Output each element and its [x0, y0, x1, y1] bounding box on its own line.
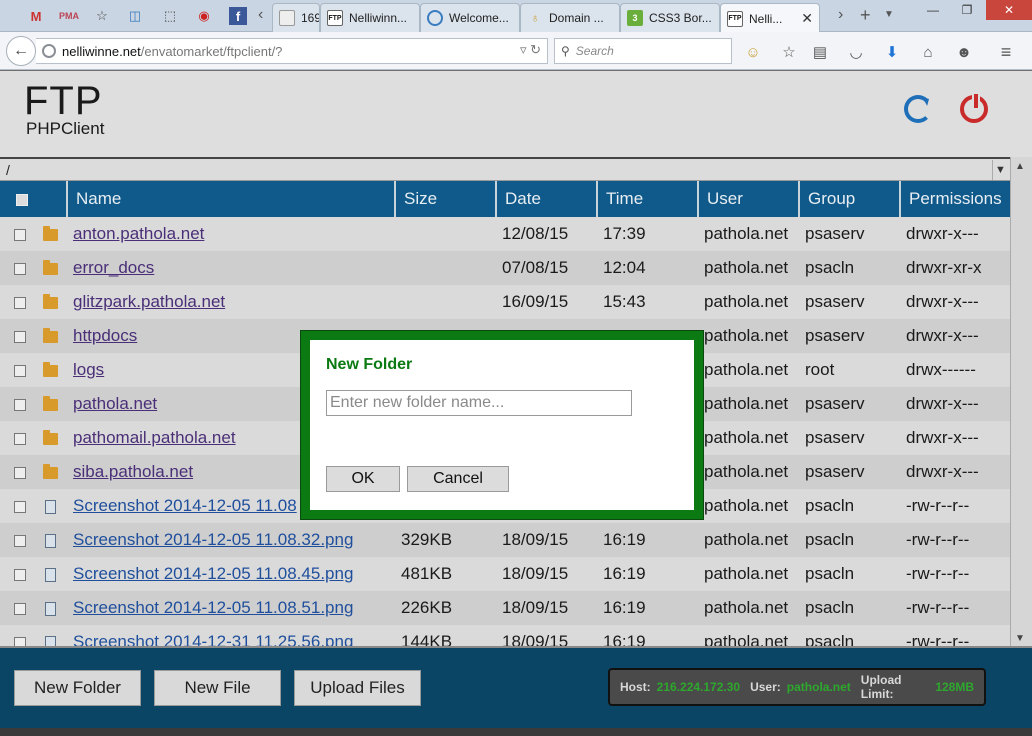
tab-6-active[interactable]: FTP Nelli... ✕	[720, 3, 820, 33]
search-icon: ⚲	[561, 44, 570, 58]
folder-name-input[interactable]	[326, 390, 632, 416]
search-bar[interactable]: ⚲ Search	[554, 38, 732, 64]
tab-5[interactable]: 3 CSS3 Bor...	[620, 3, 720, 32]
tab-label: Domain ...	[549, 11, 604, 25]
new-tab-icon[interactable]: +	[860, 5, 871, 26]
globe-icon	[427, 10, 443, 26]
cancel-button[interactable]: Cancel	[407, 466, 509, 492]
tab-label: CSS3 Bor...	[649, 11, 712, 25]
app-icon[interactable]: ◫	[121, 4, 149, 28]
site-info-icon[interactable]	[42, 44, 56, 58]
tabs-scroll-right-icon[interactable]: ›	[838, 6, 843, 24]
browser-tab-bar: M PMA ☆ ◫ ⬚ ◉ f ‹ 169... FTP Nelliwinn..…	[0, 0, 1032, 33]
pma-icon[interactable]: PMA	[55, 4, 83, 28]
pocket-icon[interactable]: ◡	[846, 42, 866, 62]
window-close-icon[interactable]: ✕	[986, 0, 1032, 20]
close-tab-icon[interactable]: ✕	[801, 10, 813, 27]
bulb-icon: ♁	[530, 11, 540, 25]
gmail-icon[interactable]: M	[22, 4, 50, 28]
url-path: /envatomarket/ftpclient/?	[140, 43, 283, 59]
ftp-favicon-icon: FTP	[727, 10, 743, 27]
minimize-icon[interactable]: —	[916, 0, 950, 20]
new-folder-dialog: New Folder OK Cancel	[301, 331, 703, 519]
star-icon[interactable]: ☆	[88, 4, 116, 28]
tab-4[interactable]: ♁ Domain ...	[520, 3, 620, 32]
url-host: nelliwinne.net	[62, 43, 141, 59]
back-arrow-icon[interactable]: ←	[6, 36, 36, 66]
extension-icon[interactable]: ☺	[743, 42, 763, 62]
tab-1[interactable]: 169...	[272, 3, 320, 32]
url-bar[interactable]: nelliwinne.net /envatomarket/ftpclient/?…	[36, 38, 548, 64]
tab-3[interactable]: Welcome...	[420, 3, 520, 32]
home-icon[interactable]: ⌂	[918, 42, 938, 62]
os-taskbar	[0, 728, 1032, 736]
search-placeholder: Search	[575, 44, 614, 58]
doc-icon	[279, 10, 295, 26]
tab-label: Nelliwinn...	[349, 11, 408, 25]
red-icon[interactable]: ◉	[190, 4, 218, 28]
reload-icon[interactable]: ▿ ↻	[520, 42, 541, 58]
tab-label: Nelli...	[749, 11, 783, 26]
css3-icon: 3	[627, 10, 643, 26]
ok-button[interactable]: OK	[326, 466, 400, 492]
tab-label: Welcome...	[449, 11, 509, 25]
tab-2[interactable]: FTP Nelliwinn...	[320, 3, 420, 32]
dialog-title: New Folder	[326, 356, 413, 373]
bookmark-star-icon[interactable]: ☆	[779, 42, 799, 62]
tab-label: 169...	[301, 11, 320, 25]
ftp-favicon-icon: FTP	[327, 10, 343, 26]
restore-icon[interactable]: ❐	[950, 0, 984, 20]
chat-icon[interactable]: ☻	[954, 42, 974, 62]
facebook-icon[interactable]: f	[229, 7, 247, 25]
reading-list-icon[interactable]: ▤	[810, 42, 830, 62]
download-icon[interactable]: ⬇	[882, 42, 902, 62]
tab-list-icon[interactable]: ▼	[884, 9, 894, 20]
menu-icon[interactable]: ≡	[996, 42, 1016, 62]
dotted-icon[interactable]: ⬚	[156, 4, 184, 28]
tabs-scroll-left-icon[interactable]: ‹	[258, 6, 263, 24]
browser-nav-bar: ← nelliwinne.net /envatomarket/ftpclient…	[0, 32, 1032, 70]
